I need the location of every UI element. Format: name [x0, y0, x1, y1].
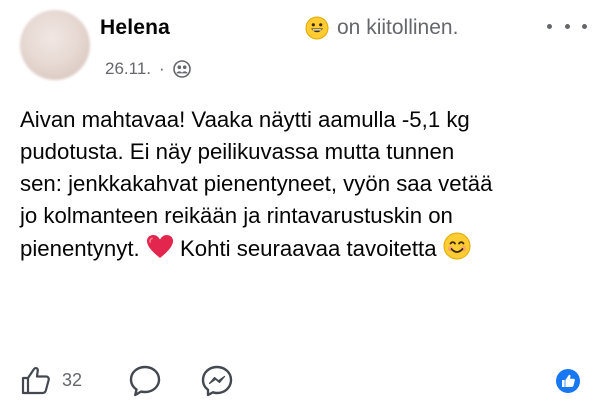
red-heart-icon: [146, 235, 173, 258]
author-name[interactable]: Helena: [100, 16, 170, 40]
like-button[interactable]: 32: [20, 364, 82, 396]
friends-icon[interactable]: [172, 60, 191, 78]
like-reaction-badge[interactable]: [555, 368, 581, 399]
post-meta: 26.11. ·: [105, 59, 191, 79]
grinning-face-icon: [305, 16, 329, 40]
more-options-icon[interactable]: [547, 14, 587, 38]
avatar[interactable]: [20, 10, 90, 80]
action-bar: 32: [0, 360, 600, 404]
thumbs-up-icon: [21, 367, 50, 395]
post-text-tail: Kohti seuraavaa tavoitetta: [180, 236, 437, 261]
comment-icon: [129, 365, 161, 397]
messenger-icon: [201, 365, 233, 397]
post-text-line-3: sen: jenkkakahvat pienentyneet, vyön saa…: [20, 171, 493, 196]
share-button[interactable]: [200, 364, 234, 403]
like-reaction-icon: [556, 369, 580, 393]
smiling-face-icon: [443, 232, 471, 260]
post-text-line-1: Aivan mahtavaa! Vaaka näytti aamulla -5,…: [20, 107, 470, 132]
post-text-line-4: jo kolmanteen reikään ja rintavarustuski…: [20, 203, 453, 228]
feeling-text: on kiitollinen.: [337, 16, 459, 39]
post-date[interactable]: 26.11.: [105, 59, 151, 79]
post-text-line-5: pienentynyt.: [20, 236, 140, 261]
date-separator: ·: [159, 59, 165, 78]
like-count[interactable]: 32: [62, 370, 82, 391]
feeling-status: on kiitollinen.: [305, 16, 458, 40]
post-body: Aivan mahtavaa! Vaaka näytti aamulla -5,…: [20, 104, 590, 265]
post-text-line-2: pudotusta. Ei näy peilikuvassa mutta tun…: [20, 139, 455, 164]
comment-button[interactable]: [128, 364, 162, 403]
